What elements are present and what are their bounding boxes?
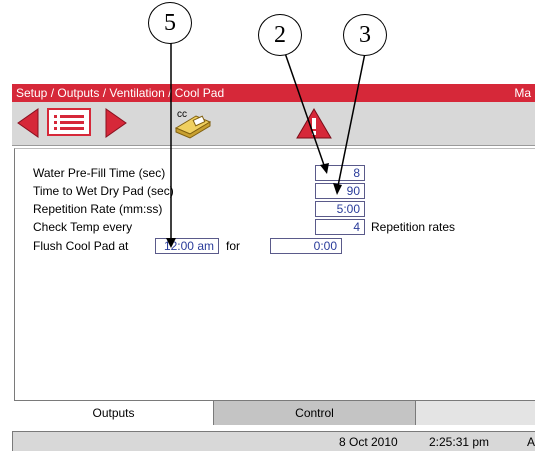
callout-5: 5	[148, 2, 192, 44]
window-title: Setup / Outputs / Ventilation / Cool Pad	[16, 86, 225, 100]
water-prefill-field[interactable]: 8	[315, 165, 365, 181]
window-title-right: Ma	[514, 86, 531, 100]
time-to-wet-label: Time to Wet Dry Pad (sec)	[33, 184, 174, 198]
copy-cc-icon: cc	[174, 109, 212, 139]
water-prefill-label: Water Pre-Fill Time (sec)	[33, 166, 166, 180]
window-titlebar: Setup / Outputs / Ventilation / Cool Pad…	[12, 84, 535, 102]
tab-control[interactable]: Control	[214, 401, 416, 425]
status-bar: 8 Oct 2010 2:25:31 pm A	[12, 431, 535, 451]
status-date: 8 Oct 2010	[339, 435, 398, 449]
copy-button[interactable]: cc	[170, 106, 214, 140]
repetition-rate-label: Repetition Rate (mm:ss)	[33, 202, 163, 216]
callout-2: 2	[258, 14, 302, 56]
flush-duration-field[interactable]: 0:00	[270, 238, 342, 254]
alarm-icon	[296, 108, 332, 139]
tab-bar: Outputs Control	[14, 400, 535, 425]
status-trailing: A	[527, 435, 535, 449]
time-to-wet-field[interactable]: 90	[315, 183, 365, 199]
list-icon	[47, 108, 91, 136]
back-button[interactable]	[14, 106, 44, 140]
flush-label: Flush Cool Pad at	[33, 239, 129, 253]
status-time: 2:25:31 pm	[429, 435, 490, 449]
toolbar: cc	[12, 102, 535, 146]
alarm-button[interactable]	[294, 106, 334, 140]
forward-button[interactable]	[100, 106, 130, 140]
flush-for-label: for	[226, 239, 241, 253]
copy-cc-label: cc	[177, 109, 187, 120]
check-temp-label: Check Temp every	[33, 220, 133, 234]
list-button[interactable]	[46, 106, 94, 140]
callout-3: 3	[343, 14, 387, 56]
tab-outputs[interactable]: Outputs	[14, 401, 214, 425]
left-arrow-icon	[17, 108, 39, 138]
check-temp-field[interactable]: 4	[315, 219, 365, 235]
right-arrow-icon	[105, 108, 127, 138]
repetition-rate-field[interactable]: 5:00	[315, 201, 365, 217]
settings-panel: Water Pre-Fill Time (sec) 8 Time to Wet …	[14, 148, 535, 401]
check-temp-suffix: Repetition rates	[371, 220, 456, 234]
flush-time-field[interactable]: 12:00 am	[155, 238, 219, 254]
